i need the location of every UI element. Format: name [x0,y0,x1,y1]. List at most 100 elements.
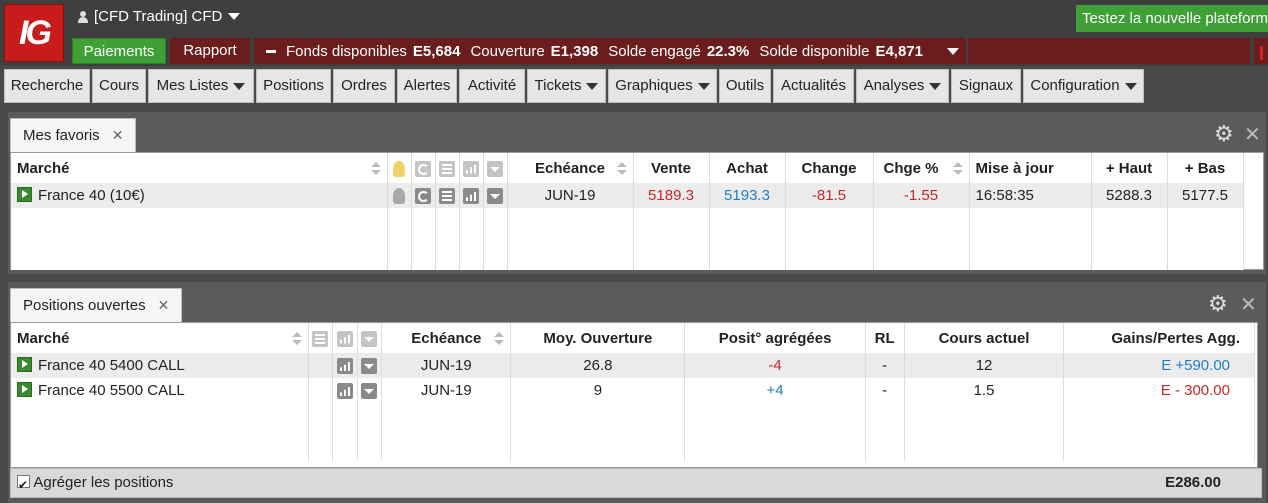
col-menu[interactable] [483,153,508,183]
menu-label: Signaux [958,77,1014,94]
cell-chart[interactable] [332,378,358,403]
menu-activite[interactable]: Activité [459,69,525,103]
cell-info[interactable] [308,378,334,403]
col-marche[interactable]: Marché [11,323,309,353]
chevron-down-icon [697,82,710,90]
cell-chart[interactable] [459,183,484,208]
col-cours-actuel[interactable]: Cours actuel [904,323,1065,353]
col-achat[interactable]: Achat [709,153,786,183]
col-echeance[interactable]: Echéance [381,323,512,353]
cell-marche[interactable]: France 40 5400 CALL [11,353,309,378]
col-label: Vente [650,159,692,177]
col-label: Change [801,159,857,177]
play-icon[interactable] [17,187,32,202]
cell-marche[interactable]: France 40 5500 CALL [11,378,309,403]
cell-alert[interactable] [387,183,412,208]
positions-table: Marché Echéance Moy. Ouverture Posit° ag… [11,323,1255,461]
col-label: Moy. Ouverture [543,329,653,347]
col-info[interactable] [435,153,460,183]
menu-mes-listes[interactable]: Mes Listes [148,69,254,103]
col-gains-pertes[interactable]: Gains/Pertes Agg. [1063,323,1255,353]
cell-cours-actuel: 1.5 [904,378,1065,403]
col-bas[interactable]: + Bas [1167,153,1244,183]
favorites-grid: Marché Echéance Vente Achat Change Chge … [10,152,1264,270]
col-chge-pct[interactable]: Chge % [873,153,970,183]
cell-menu[interactable] [357,353,383,378]
couverture-value: E1,398 [550,42,599,60]
cell-marche[interactable]: France 40 (10€) [11,183,388,208]
cell-vente[interactable]: 5189.3 [633,183,710,208]
cell-chart[interactable] [332,353,358,378]
col-chart[interactable] [332,323,358,353]
col-vente[interactable]: Vente [633,153,710,183]
menu-positions[interactable]: Positions [256,69,331,103]
col-chart[interactable] [459,153,484,183]
sort-icon[interactable] [494,332,505,346]
col-menu[interactable] [357,323,383,353]
col-moy-ouverture[interactable]: Moy. Ouverture [510,323,686,353]
cell-info[interactable] [308,353,334,378]
menu-ordres[interactable]: Ordres [333,69,395,103]
rapport-button[interactable]: Rapport [170,38,250,64]
sort-icon[interactable] [291,332,302,346]
tab-positions-ouvertes[interactable]: Positions ouvertes ✕ [10,288,183,322]
col-mise-a-jour[interactable]: Mise à jour [969,153,1092,183]
table-row[interactable]: France 40 5400 CALL JUN-19 26.8 -4 - 12 … [11,353,1255,378]
play-icon[interactable] [17,357,32,372]
cell-menu[interactable] [483,183,508,208]
cell-refresh[interactable] [411,183,436,208]
col-refresh[interactable] [411,153,436,183]
menu-configuration[interactable]: Configuration [1023,69,1144,103]
gear-icon[interactable]: ⚙ [1214,123,1234,145]
menu-alertes[interactable]: Alertes [397,69,457,103]
menu-outils[interactable]: Outils [719,69,771,103]
sort-icon[interactable] [952,162,963,176]
col-label: Chge % [883,159,939,177]
menu-label: Mes Listes [156,77,229,94]
menu-graphiques[interactable]: Graphiques [608,69,717,103]
menu-recherche[interactable]: Recherche [4,69,90,103]
favorites-panel: Mes favoris ✕ ⚙ ✕ Marché Echéance Vente A… [8,112,1266,274]
chevron-down-icon[interactable] [947,47,959,55]
table-row[interactable]: France 40 5500 CALL JUN-19 9 +4 - 1.5 E … [11,378,1255,403]
play-icon[interactable] [17,382,32,397]
cell-info[interactable] [435,183,460,208]
ig-logo: IG [4,4,64,62]
gear-icon[interactable]: ⚙ [1208,293,1228,315]
lightbulb-icon [393,188,405,205]
menu-signaux[interactable]: Signaux [951,69,1021,103]
paiements-button[interactable]: Paiements [72,38,166,64]
col-posit-agregees[interactable]: Posit° agrégées [684,323,866,353]
cell-gains-pertes: E - 300.00 [1063,378,1255,403]
collapse-icon[interactable] [266,49,276,53]
col-change[interactable]: Change [785,153,874,183]
sort-icon[interactable] [616,162,627,176]
tab-mes-favoris[interactable]: Mes favoris ✕ [10,118,137,152]
col-marche[interactable]: Marché [11,153,388,183]
col-echeance[interactable]: Echéance [507,153,634,183]
cell-mise-a-jour: 16:58:35 [969,183,1092,208]
close-tab-icon[interactable]: ✕ [158,297,170,313]
menu-label: Graphiques [615,77,693,94]
sort-icon[interactable] [370,162,381,176]
new-platform-button[interactable]: Testez la nouvelle plateform [1076,5,1268,32]
menu-actualites[interactable]: Actualités [773,69,854,103]
col-info[interactable] [308,323,334,353]
close-icon[interactable]: ✕ [1240,292,1257,317]
funds-summary-bar[interactable]: Fonds disponibles E5,684 Couverture E1,3… [254,38,966,64]
cell-achat[interactable]: 5193.3 [709,183,786,208]
close-icon[interactable]: ✕ [1244,122,1261,147]
account-selector[interactable]: [CFD Trading] CFD [78,8,241,25]
cell-menu[interactable] [357,378,383,403]
menu-cours[interactable]: Cours [92,69,146,103]
aggregate-checkbox[interactable] [17,471,30,499]
col-haut[interactable]: + Haut [1091,153,1168,183]
close-tab-icon[interactable]: ✕ [112,127,124,143]
cell-posit-agregees: +4 [684,378,866,403]
menu-tickets[interactable]: Tickets [527,69,606,103]
positions-footer: Agréger les positions E286.00 [10,468,1262,499]
col-alert[interactable] [387,153,412,183]
col-rl[interactable]: RL [865,323,905,353]
table-row[interactable]: France 40 (10€) JUN-19 5189.3 5193.3 -81… [11,183,1244,208]
menu-analyses[interactable]: Analyses [856,69,949,103]
